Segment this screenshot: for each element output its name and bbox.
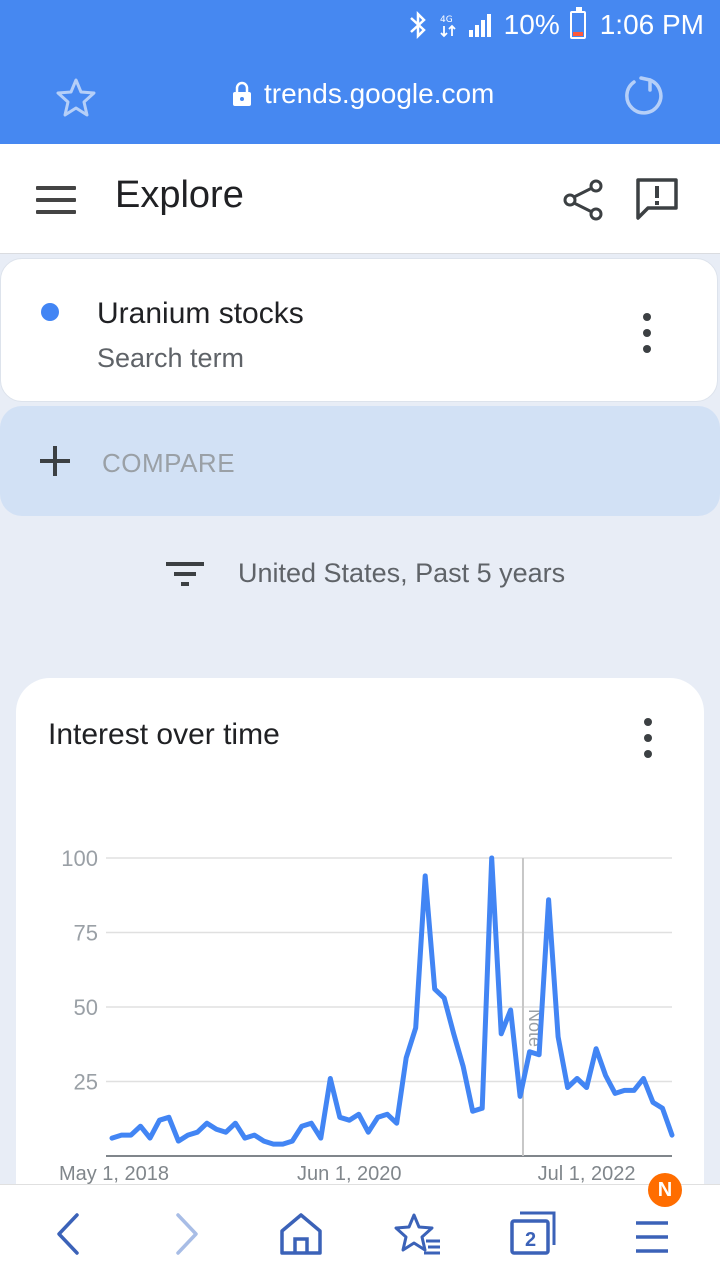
notification-badge: N: [648, 1173, 682, 1207]
feedback-icon[interactable]: [634, 176, 680, 222]
term-type: Search term: [97, 343, 245, 373]
network-4g-icon: 4G: [440, 15, 456, 38]
home-icon[interactable]: [276, 1209, 326, 1259]
signal-icon: [468, 14, 491, 37]
compare-button[interactable]: COMPARE: [0, 406, 720, 516]
browser-bottom-nav: 2 N: [0, 1173, 720, 1280]
bookmarks-icon[interactable]: [394, 1209, 444, 1259]
page-title: Explore: [115, 174, 244, 216]
y-tick-label: 25: [74, 1070, 98, 1095]
url-text: trends.google.com: [264, 78, 495, 109]
y-tick-label: 75: [74, 921, 98, 946]
tabs-button[interactable]: 2: [508, 1209, 560, 1259]
url-row: trends.google.com: [0, 64, 720, 128]
y-tick-label: 100: [61, 846, 98, 871]
interest-over-time-card: Interest over time 100 75 50 25 Note May 1, 2…: [16, 678, 704, 1238]
lock-icon: [233, 81, 251, 106]
y-tick-label: 50: [74, 995, 98, 1020]
filter-row[interactable]: United States, Past 5 years: [0, 530, 720, 618]
back-icon[interactable]: [45, 1209, 95, 1259]
reload-icon[interactable]: [620, 72, 668, 120]
search-term-card[interactable]: Uranium stocks Search term: [0, 258, 718, 402]
interest-chart: 100755025NoteMay 1, 2018 Jun 1, 2020 Jul 1…: [59, 846, 675, 1185]
term-color-dot: [41, 303, 59, 321]
filter-summary: United States, Past 5 years: [238, 558, 566, 588]
browser-top-bar: 4G 10% 1:06 PM trends.google.com: [0, 0, 720, 144]
x-tick-label: Jun 1, 2020: [297, 1163, 402, 1185]
menu-lines-icon: [636, 1221, 668, 1253]
term-name: Uranium stocks: [97, 297, 304, 330]
bluetooth-icon: [409, 10, 426, 40]
series-line: [109, 855, 675, 1147]
status-bar: 4G 10% 1:06 PM: [408, 7, 704, 42]
menu-icon[interactable]: [36, 186, 76, 214]
battery-percent: 10%: [503, 9, 560, 40]
share-icon[interactable]: [562, 178, 606, 222]
clock: 1:06 PM: [599, 9, 704, 40]
compare-label: COMPARE: [102, 448, 236, 478]
main-menu-button[interactable]: [632, 1209, 682, 1259]
filter-icon: [166, 560, 204, 588]
term-more-icon[interactable]: [642, 313, 652, 353]
app-bar: Explore: [0, 144, 720, 254]
url-bar[interactable]: trends.google.com: [232, 78, 494, 110]
plus-icon: [40, 446, 70, 476]
battery-icon: [569, 7, 586, 39]
x-tick-label: May 1, 2018: [59, 1163, 169, 1185]
bookmark-star-icon[interactable]: [54, 76, 98, 120]
svg-text:4G: 4G: [440, 15, 453, 25]
tabs-count: 2: [525, 1229, 537, 1251]
forward-icon[interactable]: [160, 1209, 210, 1259]
x-tick-label: Jul 1, 2022: [538, 1163, 636, 1185]
